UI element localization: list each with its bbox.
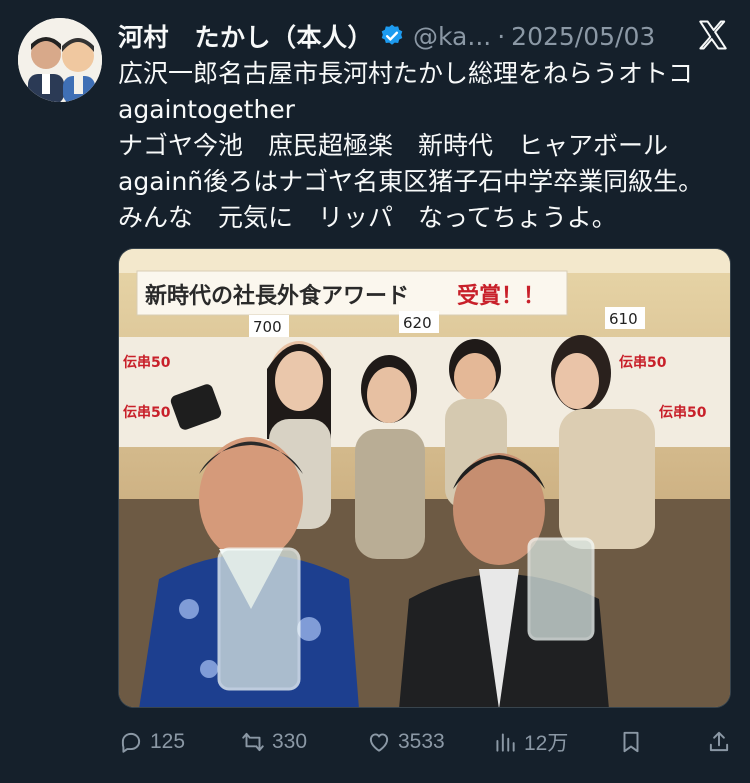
tweet-date[interactable]: 2025/05/03	[511, 22, 655, 51]
repost-button[interactable]: 330	[240, 729, 307, 755]
price-tag: 700	[253, 318, 282, 336]
verified-badge-icon	[379, 23, 405, 49]
views-icon	[496, 733, 515, 752]
tweet-text-line: againñ後ろはナゴヤ名東区猪子石中学卒業同級生。	[118, 167, 704, 196]
like-button[interactable]: 3533	[366, 729, 445, 755]
avatar-image	[18, 18, 102, 102]
share-icon	[709, 731, 729, 752]
avatar[interactable]	[18, 18, 102, 102]
heart-icon	[369, 733, 389, 752]
tweet-header: 河村 たかし（本人） @ka... · 2025/05/03	[118, 16, 718, 56]
poster-text: 伝串50	[123, 354, 171, 371]
x-logo-icon[interactable]	[696, 18, 730, 52]
views-button[interactable]: 12万	[492, 727, 568, 757]
bookmark-button[interactable]	[618, 729, 650, 755]
price-tag: 620	[403, 314, 432, 332]
tweet-photo[interactable]: 新時代の社長外食アワード 受賞！！ 700 620 610 伝串50 伝串50 …	[118, 248, 731, 708]
reply-icon	[121, 732, 141, 753]
reply-count: 125	[150, 730, 186, 753]
photo-image: 新時代の社長外食アワード 受賞！！ 700 620 610 伝串50 伝串50 …	[119, 249, 730, 707]
share-button[interactable]	[706, 729, 738, 755]
photo-banner-text: 新時代の社長外食アワード	[145, 283, 409, 309]
price-tag: 610	[609, 310, 638, 328]
view-count: 12万	[524, 732, 569, 755]
tweet-text-line: みんな 元気に リッパ なってちょうよ。	[118, 203, 617, 232]
tweet-actions: 125 330 3533 12万	[118, 722, 733, 762]
tweet-text-line: againtogether	[118, 95, 295, 124]
tweet-text-line: ナゴヤ今池 庶民超極楽 新時代 ヒャアボール	[118, 131, 669, 160]
display-name[interactable]: 河村 たかし（本人）	[118, 18, 373, 54]
tweet-text-line: 広沢一郎名古屋市長河村たかし総理をねらうオトコ	[118, 59, 694, 88]
poster-text: 伝串50	[123, 404, 171, 421]
handle[interactable]: @ka...	[413, 22, 491, 51]
photo-banner-accent: 受賞！！	[457, 283, 545, 309]
separator-dot: ·	[497, 21, 506, 51]
like-count: 3533	[398, 730, 445, 753]
poster-text: 伝串50	[619, 354, 667, 371]
poster-text: 伝串50	[659, 404, 707, 421]
repost-count: 330	[272, 730, 308, 753]
reply-button[interactable]: 125	[118, 729, 185, 755]
tweet-text: 広沢一郎名古屋市長河村たかし総理をねらうオトコ againtogether ナゴ…	[118, 56, 733, 236]
repost-icon	[242, 732, 264, 752]
bookmark-icon	[623, 731, 639, 753]
tweet[interactable]: 河村 たかし（本人） @ka... · 2025/05/03 広沢一郎名古屋市長…	[0, 0, 750, 783]
